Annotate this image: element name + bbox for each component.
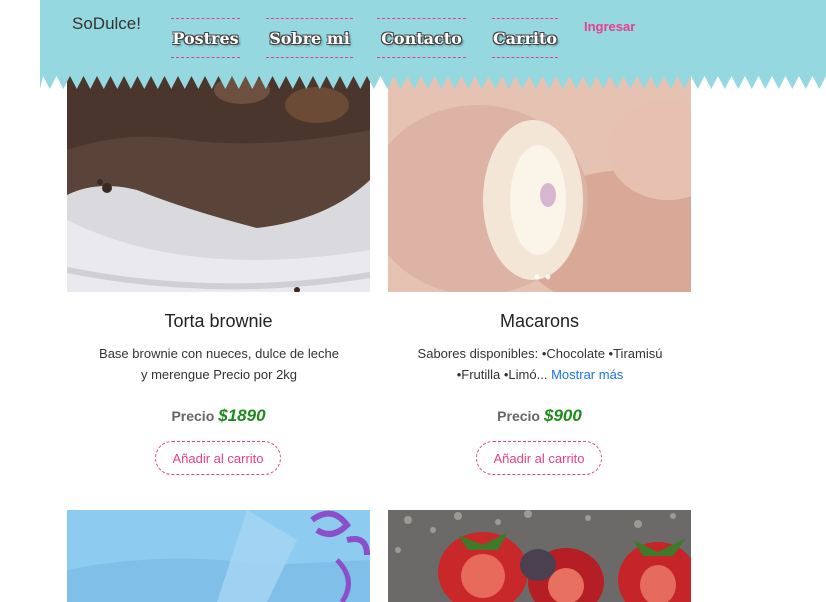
- product-card-torta-brownie: Torta brownie Base brownie con nueces, d…: [67, 70, 370, 490]
- show-more-link[interactable]: Mostrar más: [551, 367, 623, 382]
- product-card-macarons: Macarons Sabores disponibles: •Chocolate…: [388, 70, 691, 490]
- brownie-photo[interactable]: [67, 70, 370, 292]
- price-row: Precio $900: [388, 406, 691, 426]
- product-title: Torta brownie: [164, 311, 273, 331]
- price-label: Precio: [497, 408, 540, 424]
- strawberries-photo[interactable]: [388, 510, 691, 602]
- price-row: Precio $1890: [67, 406, 370, 426]
- product-card: [388, 510, 691, 602]
- price-value: $1890: [218, 406, 266, 425]
- product-title: Macarons: [499, 311, 580, 331]
- description-text: Sabores disponibles: •Chocolate •Tiramis…: [417, 346, 663, 382]
- macarons-photo[interactable]: [388, 70, 691, 292]
- add-to-cart-button[interactable]: Añadir al carrito: [476, 441, 602, 475]
- price-value: $900: [543, 406, 582, 425]
- add-to-cart-button[interactable]: Añadir al carrito: [155, 441, 281, 475]
- product-card: [67, 510, 370, 602]
- product-description: Sabores disponibles: •Chocolate •Tiramis…: [410, 343, 670, 385]
- brand-logo[interactable]: SoDulce!: [72, 14, 141, 34]
- nav-carrito[interactable]: Carrito: [492, 18, 558, 58]
- login-link[interactable]: Ingresar: [584, 19, 635, 34]
- nav-contacto[interactable]: Contacto: [377, 18, 466, 58]
- price-label: Precio: [171, 408, 215, 424]
- nav-postres[interactable]: Postres: [171, 18, 240, 58]
- site-header: SoDulce! Postres Sobre mi Contacto Carri…: [40, 0, 826, 90]
- ribbon-cake-photo[interactable]: [67, 510, 370, 602]
- nav-sobre-mi[interactable]: Sobre mi: [266, 18, 353, 58]
- product-description: Base brownie con nueces, dulce de leche …: [99, 346, 339, 382]
